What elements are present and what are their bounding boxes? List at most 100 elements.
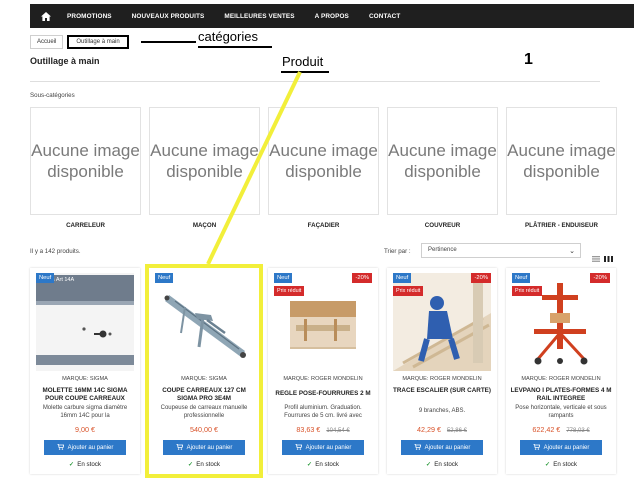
cart-icon (175, 443, 183, 452)
product-card[interactable]: Neuf Sigma Art 14A MARQUE: SIGMA MOLETTE… (30, 268, 140, 474)
product-brand: MARQUE: SIGMA (62, 376, 108, 382)
nav-a-propos[interactable]: A PROPOS (315, 13, 349, 20)
categories-annotation-line (141, 41, 196, 43)
product-old-price: 778,03 € (566, 428, 590, 434)
subcategory-label[interactable]: COUVREUR (387, 222, 498, 229)
categories-annotation: catégories (198, 29, 258, 44)
product-old-price: 52,86 € (446, 428, 467, 434)
home-icon[interactable] (34, 4, 58, 28)
subcategory-label[interactable]: MAÇON (149, 222, 260, 229)
check-icon: ✓ (69, 461, 75, 468)
discount-badge: -20% (590, 273, 610, 283)
subcategory-platrier-enduiseur[interactable]: Aucune image disponible PLÂTRIER - ENDUI… (506, 107, 617, 229)
add-to-cart-label: Ajouter au panier (186, 444, 233, 451)
subcategory-label[interactable]: FAÇADIER (268, 222, 379, 229)
add-to-cart-button[interactable]: Ajouter au panier (401, 440, 483, 455)
reduced-price-badge: Prix réduit (274, 286, 305, 296)
stock-status: ✓ En stock (545, 461, 577, 468)
subcategory-placeholder-image[interactable]: Aucune image disponible (506, 107, 617, 215)
product-price-row: 42,29 € 52,86 € (387, 425, 497, 434)
breadcrumb: Accueil Outillage à main (30, 35, 129, 49)
product-price: 622,42 € (532, 425, 561, 434)
subcategory-macon[interactable]: Aucune image disponible MAÇON (149, 107, 260, 229)
product-price: 540,00 € (190, 425, 218, 434)
product-price: 42,29 € (416, 425, 441, 434)
cart-icon (413, 443, 421, 452)
product-card[interactable]: Neuf -20% Prix réduit MARQUE: ROGER MOND… (268, 268, 378, 474)
add-to-cart-label: Ajouter au panier (67, 444, 114, 451)
sort-label: Trier par : (384, 248, 411, 255)
product-brand: MARQUE: ROGER MONDELIN (283, 376, 363, 382)
product-description: 9 branches, ABS. (418, 408, 466, 414)
product-price: 9,00 € (75, 425, 95, 434)
subcategory-label[interactable]: CARRELEUR (30, 222, 141, 229)
new-badge: Neuf (393, 273, 412, 283)
check-icon: ✓ (545, 461, 551, 468)
product-card[interactable]: Neuf -20% Prix réduit MARQUE: ROGER MOND… (506, 268, 616, 474)
add-to-cart-button[interactable]: Ajouter au panier (520, 440, 602, 455)
reduced-price-badge: Prix réduit (393, 286, 424, 296)
breadcrumb-current[interactable]: Outillage à main (67, 35, 129, 49)
subcategory-placeholder-image[interactable]: Aucune image disponible (387, 107, 498, 215)
nav-contact[interactable]: CONTACT (369, 13, 400, 20)
page-title: Outillage à main (30, 56, 100, 66)
product-name[interactable]: MOLETTE 16MM 14C SIGMA POUR COUPE CARREA… (34, 387, 136, 403)
nav-promotions[interactable]: PROMOTIONS (67, 13, 112, 20)
sort-select-value: Pertinence (428, 247, 457, 253)
produit-annotation-underline (281, 71, 329, 73)
add-to-cart-label: Ajouter au panier (424, 444, 471, 451)
check-icon: ✓ (307, 461, 313, 468)
product-image[interactable]: Sigma Art 14A (36, 273, 134, 371)
breadcrumb-home[interactable]: Accueil (30, 35, 64, 49)
cart-icon (532, 443, 540, 452)
reduced-price-badge: Prix réduit (512, 286, 543, 296)
product-brand: MARQUE: ROGER MONDELIN (521, 376, 601, 382)
product-price-row: 622,42 € 778,03 € (506, 425, 616, 434)
new-badge: Neuf (512, 273, 531, 283)
number-annotation: 1 (524, 51, 533, 68)
subcategory-carreleur[interactable]: Aucune image disponible CARRELEUR (30, 107, 141, 229)
product-description: Molette carbure sigma diamètre 16mm 14C … (42, 405, 128, 419)
grid-view-icon[interactable] (604, 249, 613, 262)
stock-status: ✓ En stock (426, 461, 458, 468)
stock-status: ✓ En stock (188, 461, 220, 468)
check-icon: ✓ (188, 461, 194, 468)
product-name[interactable]: LEVPANO I PLATES-FORMES 4 M RAIL INTEGRE… (510, 387, 612, 403)
discount-badge: -20% (471, 273, 491, 283)
product-price-row: 540,00 € (149, 425, 259, 434)
title-divider (30, 81, 600, 82)
subcategory-placeholder-image[interactable]: Aucune image disponible (268, 107, 379, 215)
subcategories-title: Sous-catégories (30, 92, 75, 99)
product-name[interactable]: TRACE ESCALIER (SUR CARTE) (391, 387, 493, 395)
subcategory-placeholder-image[interactable]: Aucune image disponible (149, 107, 260, 215)
discount-badge: -20% (352, 273, 372, 283)
subcategory-facadier[interactable]: Aucune image disponible FAÇADIER (268, 107, 379, 229)
add-to-cart-button[interactable]: Ajouter au panier (163, 440, 245, 455)
product-name[interactable]: REGLE POSE-FOURRURES 2 M (272, 390, 374, 398)
subcategory-list: Aucune image disponible CARRELEUR Aucune… (30, 107, 617, 229)
product-brand: MARQUE: SIGMA (181, 376, 227, 382)
add-to-cart-button[interactable]: Ajouter au panier (282, 440, 364, 455)
list-view-icon[interactable] (592, 249, 600, 262)
subcategory-couvreur[interactable]: Aucune image disponible COUVREUR (387, 107, 498, 229)
add-to-cart-button[interactable]: Ajouter au panier (44, 440, 126, 455)
sort-select[interactable]: Pertinence ⌄ (421, 243, 581, 258)
subcategory-label[interactable]: PLÂTRIER - ENDUISEUR (506, 222, 617, 229)
cart-icon (56, 443, 64, 452)
product-brand: MARQUE: ROGER MONDELIN (402, 376, 482, 382)
check-icon: ✓ (426, 461, 432, 468)
product-card-highlighted[interactable]: Neuf MARQUE: SIGMA COUPE CARREAUX 127 CM… (145, 264, 263, 478)
product-name[interactable]: COUPE CARREAUX 127 CM SIGMA PRO 3E4M (153, 387, 255, 403)
nav-nouveaux-produits[interactable]: NOUVEAUX PRODUITS (132, 13, 205, 20)
product-price-row: 83,63 € 104,54 € (268, 425, 378, 434)
product-card[interactable]: Neuf -20% Prix réduit MARQUE: ROGER MOND… (387, 268, 497, 474)
chevron-down-icon: ⌄ (569, 248, 575, 255)
new-badge: Neuf (155, 273, 174, 283)
nav-meilleures-ventes[interactable]: MEILLEURES VENTES (224, 13, 294, 20)
categories-annotation-underline (198, 46, 272, 48)
product-description: Profil aluminium. Graduation. Fourrures … (284, 405, 362, 419)
subcategory-placeholder-image[interactable]: Aucune image disponible (30, 107, 141, 215)
product-price-row: 9,00 € (30, 425, 140, 434)
produit-annotation: Produit (282, 54, 324, 69)
product-image[interactable] (155, 273, 253, 371)
